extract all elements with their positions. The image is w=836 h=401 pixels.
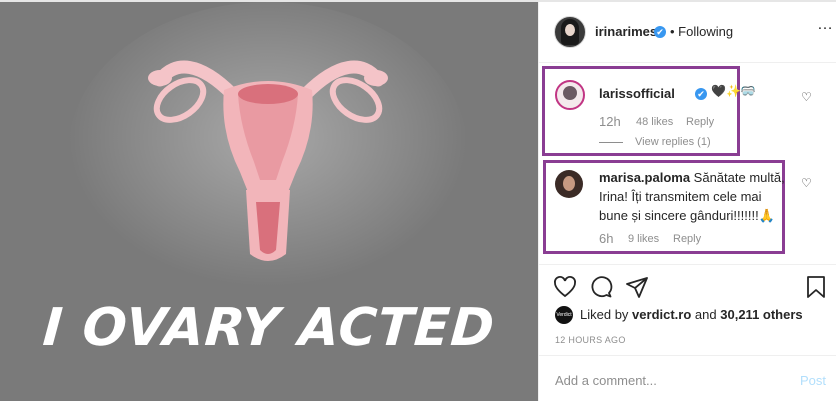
comment-bubble-icon[interactable] [589,275,613,299]
post-image[interactable]: I OVARY ACTED [0,2,538,401]
comment-likes[interactable]: 9 likes [628,233,659,245]
comment-username[interactable]: larissofficial [599,86,675,101]
avatar-face-shape [563,176,575,191]
reply-button[interactable]: Reply [686,116,714,128]
post-header: irinarimes ✔ • Following … [539,2,836,63]
share-paper-plane-icon[interactable] [625,275,649,299]
comment-time[interactable]: 6h [599,231,613,246]
liked-by-avatar[interactable]: Verdict [555,306,573,324]
liked-by-prefix: Liked by [580,307,629,322]
author-username[interactable]: irinarimes [595,24,657,39]
reply-button[interactable]: Reply [673,233,701,245]
comment-like-heart-icon[interactable]: ♡ [801,176,812,190]
more-options-icon[interactable]: … [817,16,834,34]
view-replies-link[interactable]: View replies (1) [635,136,711,148]
follow-status-label[interactable]: Following [678,24,733,39]
liked-by-others[interactable]: 30,211 others [720,307,802,322]
comment-likes[interactable]: 48 likes [636,116,673,128]
verified-badge-icon: ✔ [695,88,707,100]
comment-like-heart-icon[interactable]: ♡ [801,90,812,104]
like-heart-icon[interactable] [553,275,577,299]
liked-by-conjunction: and [694,307,717,322]
actions-divider [539,264,836,265]
follow-status[interactable]: • Following [670,24,733,39]
image-caption: I OVARY ACTED [41,298,497,358]
comment-time[interactable]: 12h [599,114,621,129]
view-replies-divider [599,142,623,143]
verified-badge-icon: ✔ [654,26,666,38]
avatar-face-shape [563,86,577,100]
post-comment-button[interactable]: Post [800,373,826,388]
comment-username[interactable]: marisa.paloma [599,170,690,185]
avatar-face-shape [565,24,575,36]
comment-text: 🖤✨🥽 [711,84,756,98]
comment-body: marisa.paloma Sănătate multă, Irina! Îți… [599,168,785,225]
add-comment-input[interactable]: Add a comment... [555,373,657,388]
liked-by-user[interactable]: verdict.ro [632,307,691,322]
post-detail-panel: irinarimes ✔ • Following … larissofficia… [538,2,836,401]
bookmark-icon[interactable] [805,275,827,299]
comment-avatar[interactable] [555,80,585,110]
comment-avatar[interactable] [555,170,583,198]
author-avatar[interactable] [554,16,586,48]
likes-summary: Liked by verdict.ro and 30,211 others [580,307,803,322]
comment-input-divider [539,355,836,356]
post-timestamp[interactable]: 12 HOURS AGO [555,335,626,345]
